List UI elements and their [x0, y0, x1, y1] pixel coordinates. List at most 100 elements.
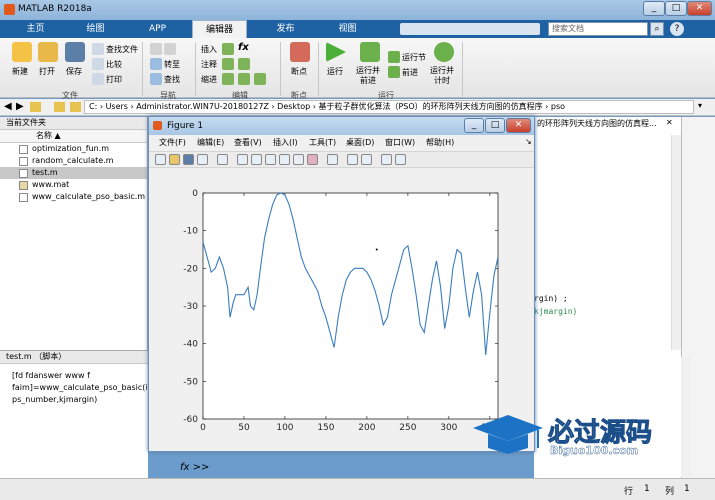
list-item[interactable]: www.mat: [0, 179, 147, 191]
menu-dock-icon[interactable]: ↘: [525, 137, 532, 146]
maximize-button[interactable]: □: [665, 1, 687, 16]
save-figure-icon[interactable]: [183, 154, 194, 165]
list-item[interactable]: www_calculate_pso_basic.m: [0, 191, 147, 203]
search-input[interactable]: 搜索文档: [548, 22, 648, 36]
colorbar-icon[interactable]: [347, 154, 358, 165]
legend-icon[interactable]: [361, 154, 372, 165]
menu-view[interactable]: 查看(V): [234, 137, 262, 148]
back-arrow-icon[interactable]: ◀: [4, 101, 12, 112]
print-icon[interactable]: [92, 73, 104, 85]
tab-apps[interactable]: APP: [130, 20, 185, 38]
wrap-icon[interactable]: [238, 58, 250, 70]
command-prompt[interactable]: fx >>: [180, 462, 209, 473]
insert-icon[interactable]: [222, 43, 234, 55]
run-button[interactable]: 运行: [327, 66, 343, 77]
find-button[interactable]: 查找: [164, 74, 180, 85]
new-figure-icon[interactable]: [155, 154, 166, 165]
forward-nav-icon[interactable]: [164, 43, 176, 55]
run-time-icon[interactable]: [434, 42, 454, 62]
name-column-header[interactable]: 名称 ▲: [0, 130, 147, 143]
root-folder-icon[interactable]: [70, 102, 81, 112]
up-folder-icon[interactable]: [30, 102, 41, 112]
path-breadcrumb[interactable]: C: › Users › Administrator.WIN7U-2018012…: [84, 100, 694, 114]
find-icon[interactable]: [150, 73, 162, 85]
tab-view[interactable]: 视图: [320, 20, 375, 38]
open-button[interactable]: 打开: [39, 66, 55, 77]
breakpoints-icon[interactable]: [290, 42, 310, 62]
list-item[interactable]: random_calculate.m: [0, 155, 147, 167]
breakpoints-button[interactable]: 断点: [291, 66, 307, 77]
find-files-icon[interactable]: [92, 43, 104, 55]
pan-hand-icon[interactable]: [265, 154, 276, 165]
figure-close-button[interactable]: ✕: [506, 118, 531, 133]
compare-button[interactable]: 比较: [106, 59, 122, 70]
quick-access-toolbar[interactable]: [400, 23, 540, 35]
path-dropdown-icon[interactable]: ▾: [698, 101, 702, 110]
insert-button[interactable]: 插入: [201, 44, 217, 55]
tab-editor[interactable]: 编辑器: [192, 20, 247, 38]
editor-close-icon[interactable]: ✕: [666, 118, 673, 127]
close-button[interactable]: ✕: [687, 1, 712, 16]
find-files-button[interactable]: 查找文件: [106, 44, 138, 55]
tab-publish[interactable]: 发布: [258, 20, 313, 38]
editor-scrollbar[interactable]: [671, 135, 681, 350]
hide-tools-icon[interactable]: [381, 154, 392, 165]
run-icon[interactable]: [326, 42, 346, 62]
back-nav-icon[interactable]: [150, 43, 162, 55]
x-tick-label: 200: [358, 423, 375, 433]
fx-icon[interactable]: fx: [238, 42, 249, 53]
new-button[interactable]: 新建: [12, 66, 28, 77]
decrease-indent-icon[interactable]: [254, 73, 266, 85]
forward-arrow-icon[interactable]: ▶: [16, 101, 24, 112]
advance-icon[interactable]: [388, 66, 400, 78]
link-icon[interactable]: [327, 154, 338, 165]
goto-icon[interactable]: [150, 58, 162, 70]
run-advance-icon[interactable]: [360, 42, 380, 62]
run-time-button[interactable]: 运行并 计时: [430, 66, 454, 86]
figure-maximize-button[interactable]: □: [485, 118, 505, 133]
help-icon[interactable]: ?: [670, 22, 684, 36]
cmd-scrollbar[interactable]: [681, 357, 691, 477]
list-item[interactable]: optimization_fun.m: [0, 143, 147, 155]
pointer-icon[interactable]: [217, 154, 228, 165]
print-button[interactable]: 打印: [106, 74, 122, 85]
figure-minimize-button[interactable]: _: [464, 118, 484, 133]
menu-insert[interactable]: 插入(I): [273, 137, 298, 148]
show-tools-icon[interactable]: [395, 154, 406, 165]
save-button[interactable]: 保存: [66, 66, 82, 77]
compare-icon[interactable]: [92, 58, 104, 70]
print-figure-icon[interactable]: [197, 154, 208, 165]
run-section-button[interactable]: 运行节: [402, 52, 426, 63]
indent-icon[interactable]: [222, 73, 234, 85]
menu-desktop[interactable]: 桌面(D): [346, 137, 374, 148]
menu-window[interactable]: 窗口(W): [385, 137, 415, 148]
browse-folder-icon[interactable]: [54, 102, 65, 112]
minimize-button[interactable]: _: [643, 1, 665, 16]
tab-plots[interactable]: 绘图: [68, 20, 123, 38]
open-icon[interactable]: [38, 42, 58, 62]
menu-file[interactable]: 文件(F): [159, 137, 186, 148]
run-section-icon[interactable]: [388, 51, 400, 63]
rotate-icon[interactable]: [279, 154, 290, 165]
new-icon[interactable]: [12, 42, 32, 62]
tab-home[interactable]: 主页: [8, 20, 63, 38]
menu-help[interactable]: 帮助(H): [426, 137, 454, 148]
smart-indent-icon[interactable]: [238, 73, 250, 85]
indent-button[interactable]: 缩进: [201, 74, 217, 85]
run-advance-button[interactable]: 运行并 前进: [356, 66, 380, 86]
data-cursor-icon[interactable]: [293, 154, 304, 165]
menu-tools[interactable]: 工具(T): [309, 137, 336, 148]
goto-button[interactable]: 转至: [164, 59, 180, 70]
list-item[interactable]: test.m: [0, 167, 147, 179]
zoom-in-icon[interactable]: [237, 154, 248, 165]
advance-button[interactable]: 前进: [402, 67, 418, 78]
search-icon[interactable]: ⌕: [650, 22, 664, 36]
matlab-logo-icon: [4, 4, 15, 15]
open-file-icon[interactable]: [169, 154, 180, 165]
save-icon[interactable]: [65, 42, 85, 62]
brush-icon[interactable]: [307, 154, 318, 165]
comment-button[interactable]: 注释: [201, 59, 217, 70]
zoom-out-icon[interactable]: [251, 154, 262, 165]
menu-edit[interactable]: 编辑(E): [197, 137, 224, 148]
comment-icon[interactable]: [222, 58, 234, 70]
